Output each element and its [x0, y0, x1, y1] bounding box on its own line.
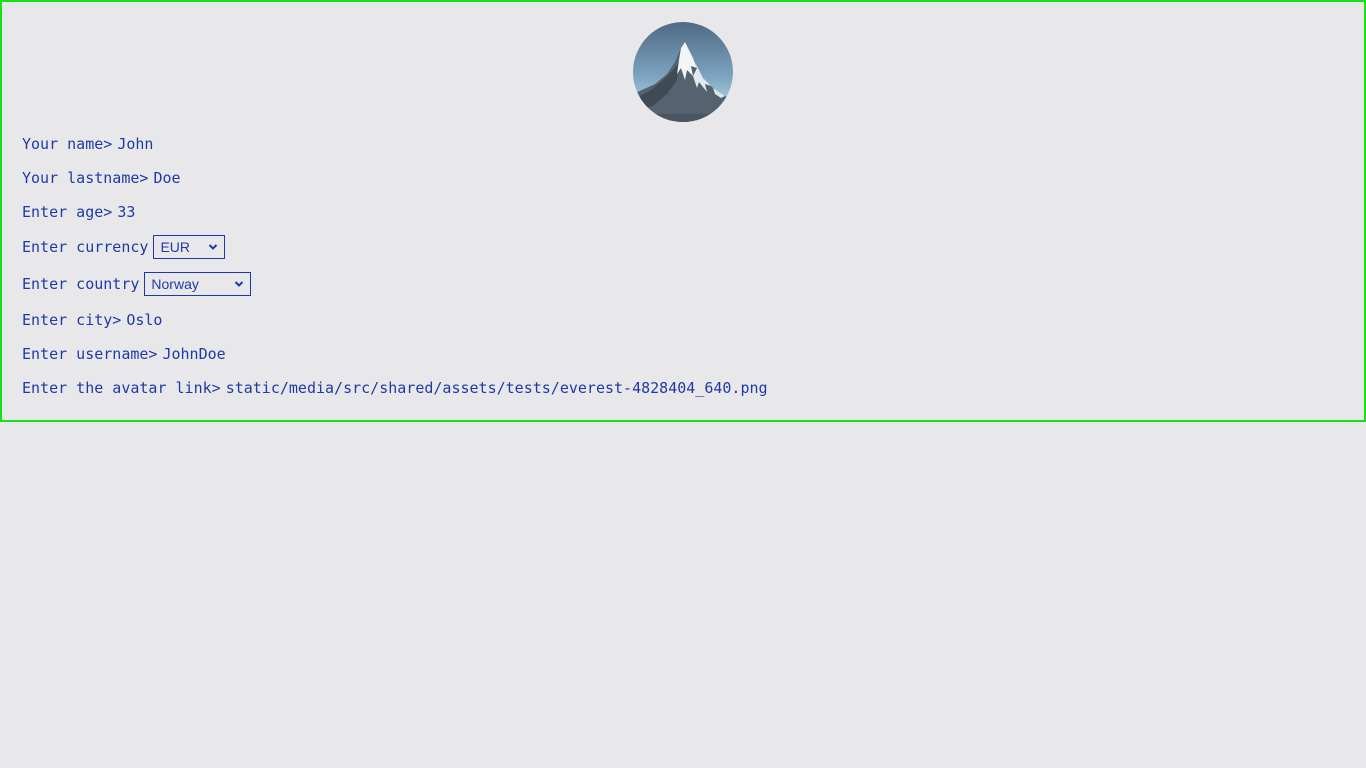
chevron-down-icon: [235, 281, 244, 287]
city-row: Enter city> Oslo: [22, 310, 162, 330]
country-selected: Norway: [151, 276, 199, 292]
lastname-label: Your lastname>: [22, 169, 149, 187]
country-select[interactable]: Norway: [144, 272, 252, 296]
avatar-link-value[interactable]: static/media/src/shared/assets/tests/eve…: [226, 378, 768, 398]
currency-select[interactable]: EUR: [153, 235, 226, 259]
age-value[interactable]: 33: [117, 202, 135, 222]
username-label: Enter username>: [22, 345, 158, 363]
avatar-link-label: Enter the avatar link>: [22, 379, 221, 397]
username-row: Enter username> JohnDoe: [22, 344, 226, 364]
name-value[interactable]: John: [117, 134, 153, 154]
currency-row: Enter currency EUR: [22, 235, 226, 259]
name-row: Your name> John: [22, 134, 153, 154]
mountain-peak-image: [633, 22, 733, 122]
currency-selected: EUR: [160, 239, 190, 255]
avatar-link-row: Enter the avatar link> static/media/src/…: [22, 378, 768, 398]
age-row: Enter age> 33: [22, 202, 135, 222]
lastname-value[interactable]: Doe: [153, 168, 180, 188]
city-value[interactable]: Oslo: [126, 310, 162, 330]
city-label: Enter city>: [22, 311, 122, 329]
chevron-down-icon: [209, 244, 218, 250]
username-value[interactable]: JohnDoe: [162, 344, 225, 364]
age-label: Enter age>: [22, 203, 113, 221]
country-row: Enter country Norway: [22, 272, 252, 296]
country-label: Enter country: [22, 275, 140, 293]
currency-label: Enter currency: [22, 238, 149, 256]
profile-panel: Your name> John Your lastname> Doe Enter…: [0, 0, 1366, 422]
lastname-row: Your lastname> Doe: [22, 168, 181, 188]
avatar: [633, 22, 733, 122]
name-label: Your name>: [22, 135, 113, 153]
